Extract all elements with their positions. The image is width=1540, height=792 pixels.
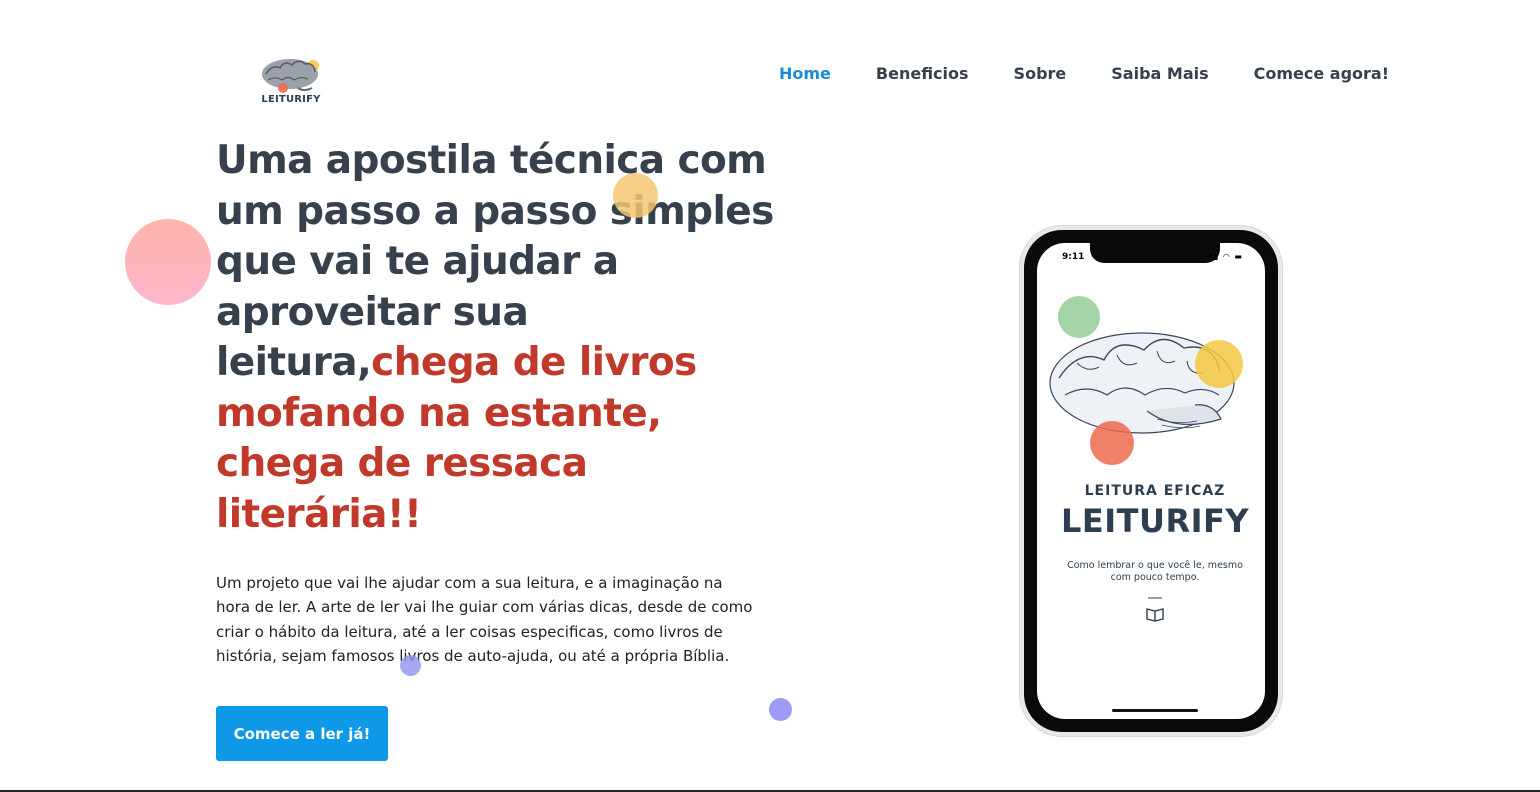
nav-sobre[interactable]: Sobre: [1014, 64, 1067, 83]
home-indicator: [1112, 709, 1198, 712]
phone-screen: 9:11 ▮▮ ◠ ▬ LEITURA EFICAZ LEITURIFY Com…: [1037, 243, 1265, 719]
nav-beneficios[interactable]: Beneficios: [876, 64, 969, 83]
cover-subtitle: LEITURA EFICAZ: [1084, 483, 1226, 499]
phone-mockup: 9:11 ▮▮ ◠ ▬ LEITURA EFICAZ LEITURIFY Com…: [1020, 226, 1282, 736]
decorative-purple-dot: [769, 698, 792, 721]
cover-tagline: Como lembrar o que você le, mesmo com po…: [1067, 560, 1243, 583]
cover-title: LEITURIFY: [1060, 502, 1250, 540]
start-reading-button[interactable]: Comece a ler já!: [216, 706, 388, 761]
nav-comece-agora[interactable]: Comece agora!: [1254, 64, 1389, 83]
nav-saiba-mais[interactable]: Saiba Mais: [1111, 64, 1208, 83]
status-signal-wifi-battery-icon: ▮▮ ◠ ▬: [1208, 252, 1243, 261]
main-nav: Home Beneficios Sobre Saiba Mais Comece …: [779, 64, 1389, 83]
hero-description: Um projeto que vai lhe ajudar com a sua …: [216, 574, 753, 665]
brand-logo[interactable]: LEITURIFY: [258, 54, 324, 110]
brain-logo-icon: [262, 59, 319, 93]
phone-body: 9:11 ▮▮ ◠ ▬ LEITURA EFICAZ LEITURIFY Com…: [1024, 230, 1278, 732]
status-time: 9:11: [1062, 252, 1085, 262]
book-cover-illustration: [1049, 296, 1243, 622]
decorative-blue-dot: [400, 655, 421, 676]
phone-notch: [1090, 243, 1220, 263]
decorative-pink-circle: [125, 219, 211, 305]
hero-headline: Uma apostila técnica com um passo a pass…: [216, 136, 776, 540]
logo-wordmark: LEITURIFY: [261, 94, 321, 105]
landing-page: LEITURIFY Home Beneficios Sobre Saiba Ma…: [0, 0, 1540, 792]
nav-home[interactable]: Home: [779, 64, 831, 83]
decorative-yellow-circle: [613, 173, 658, 218]
